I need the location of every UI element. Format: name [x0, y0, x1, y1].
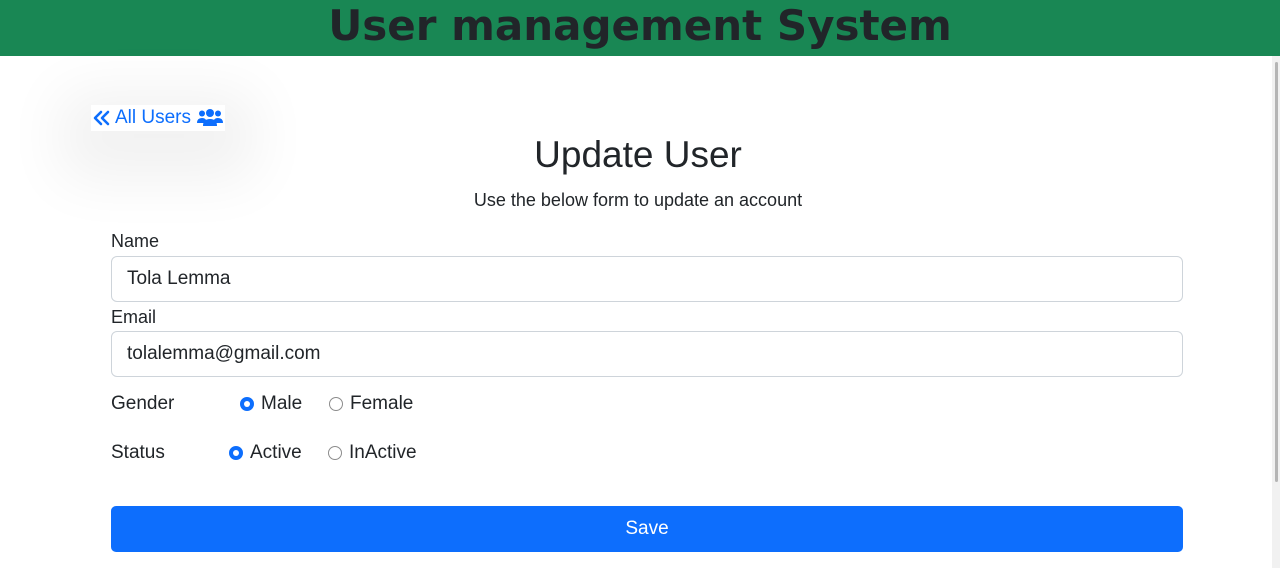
gender-label: Gender — [111, 393, 175, 414]
page: User management System All Users Update … — [0, 0, 1280, 568]
all-users-link[interactable]: All Users — [91, 105, 226, 131]
email-input[interactable] — [111, 331, 1183, 377]
vertical-scrollbar[interactable] — [1272, 56, 1280, 568]
form-subtitle: Use the below form to update an account — [473, 190, 803, 210]
radio-unchecked-icon[interactable] — [329, 397, 343, 411]
status-label: Status — [111, 442, 165, 463]
all-users-label: All Users — [115, 107, 192, 128]
radio-checked-icon[interactable] — [229, 446, 243, 460]
scrollbar-thumb[interactable] — [1275, 62, 1278, 482]
status-active-label: Active — [250, 442, 302, 463]
radio-unchecked-icon[interactable] — [328, 446, 342, 460]
status-inactive-label: InActive — [349, 442, 417, 463]
gender-female-radio[interactable]: Female — [329, 393, 413, 415]
users-icon — [197, 108, 224, 128]
email-label: Email — [111, 307, 157, 327]
gender-male-label: Male — [261, 393, 303, 414]
status-inactive-radio[interactable]: InActive — [328, 442, 417, 464]
form-title: Update User — [534, 134, 742, 175]
double-chevron-left-icon — [93, 110, 111, 126]
name-label: Name — [111, 231, 160, 251]
name-input[interactable] — [111, 256, 1183, 302]
radio-checked-icon[interactable] — [240, 397, 254, 411]
gender-female-label: Female — [350, 393, 414, 414]
app-header: User management System — [0, 0, 1280, 56]
status-active-radio[interactable]: Active — [229, 442, 302, 464]
gender-male-radio[interactable]: Male — [240, 393, 302, 415]
app-title: User management System — [328, 1, 952, 50]
save-button[interactable]: Save — [111, 506, 1183, 552]
